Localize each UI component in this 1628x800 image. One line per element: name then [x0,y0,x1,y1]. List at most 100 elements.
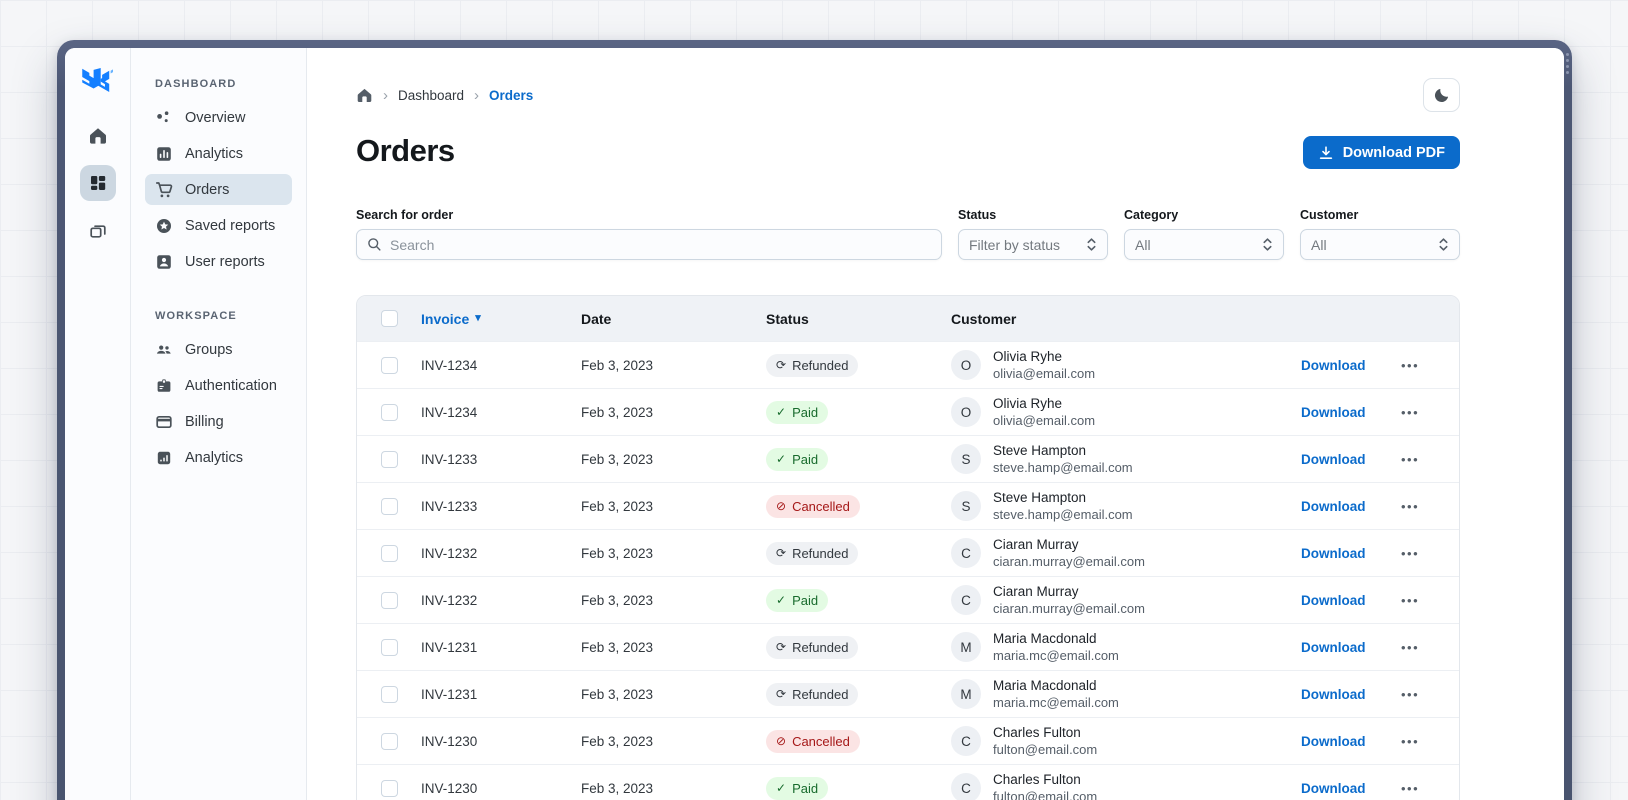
avatar: O [951,350,981,380]
breadcrumb-orders[interactable]: Orders [489,88,533,103]
chevron-right-icon: › [383,86,388,104]
avatar: C [951,726,981,756]
credit-card-icon [156,415,172,428]
status-icon: ✓ [776,452,787,466]
sidebar-item-label: Groups [185,341,233,358]
customer-name: Charles Fulton [993,725,1081,740]
invoice-cell: INV-1230 [421,780,478,796]
table-body: INV-1234 Feb 3, 2023 ⟳ Refunded O Olivia… [357,341,1459,800]
sidebar-item-overview[interactable]: Overview [145,102,292,133]
customer-email: ciaran.murray@email.com [993,554,1145,569]
row-checkbox[interactable] [380,356,398,374]
download-link[interactable]: Download [1301,499,1366,514]
status-chip: ✓ Paid [766,776,829,800]
search-input[interactable] [390,236,931,253]
download-link[interactable]: Download [1301,687,1366,702]
orders-table: Invoice ▾ Date Status Customer INV-1234 … [356,295,1460,800]
row-menu-button[interactable]: ••• [1401,734,1459,749]
download-link[interactable]: Download [1301,452,1366,467]
customer-email: steve.hamp@email.com [993,460,1133,475]
theme-toggle-button[interactable] [1423,78,1460,112]
select-all-checkbox[interactable] [380,310,398,327]
customer-email: steve.hamp@email.com [993,507,1133,522]
window-scrollbar[interactable] [1565,53,1570,74]
row-menu-button[interactable]: ••• [1401,687,1459,702]
rail-dashboard-button[interactable] [79,165,116,201]
category-select[interactable]: All [1124,229,1284,260]
row-menu-button[interactable]: ••• [1401,640,1459,655]
row-checkbox[interactable] [380,591,398,609]
icon-rail [65,48,131,800]
download-link[interactable]: Download [1301,358,1366,373]
sidebar-item-authentication[interactable]: Authentication [145,370,292,401]
download-link[interactable]: Download [1301,781,1366,796]
date-cell: Feb 3, 2023 [581,639,654,655]
status-label: Cancelled [792,498,850,514]
status-chip: ⟳ Refunded [766,541,859,565]
sidebar-item-analytics[interactable]: Analytics [145,138,292,169]
date-cell: Feb 3, 2023 [581,592,654,608]
moon-icon [1434,88,1448,103]
sidebar-item-saved-reports[interactable]: Saved reports [145,210,292,241]
customer-name: Maria Macdonald [993,631,1097,646]
customer-email: fulton@email.com [993,742,1098,757]
status-icon: ⟳ [776,358,787,372]
download-link[interactable]: Download [1301,405,1366,420]
customer-email: olivia@email.com [993,366,1096,381]
row-checkbox[interactable] [380,779,398,797]
column-invoice[interactable]: Invoice ▾ [421,311,581,327]
row-checkbox[interactable] [380,638,398,656]
row-checkbox[interactable] [380,403,398,421]
sidebar-item-user-reports[interactable]: User reports [145,246,292,277]
table-row: INV-1234 Feb 3, 2023 ⟳ Refunded O Olivia… [357,341,1459,388]
row-menu-button[interactable]: ••• [1401,499,1459,514]
sidebar-item-billing[interactable]: Billing [145,406,292,437]
status-label: Paid [792,451,819,467]
table-row: INV-1230 Feb 3, 2023 ✓ Paid C Charles Fu… [357,764,1459,800]
date-cell: Feb 3, 2023 [581,357,654,373]
row-checkbox[interactable] [380,732,398,750]
status-label: Cancelled [792,733,850,749]
star-circle-icon [157,218,171,233]
row-menu-button[interactable]: ••• [1401,781,1459,796]
search-field [356,229,942,260]
download-link[interactable]: Download [1301,546,1366,561]
home-icon[interactable] [356,87,373,104]
row-checkbox[interactable] [380,544,398,562]
customer-email: maria.mc@email.com [993,695,1119,710]
rail-home-button[interactable] [80,118,116,154]
person-badge-icon [157,254,171,269]
row-menu-button[interactable]: ••• [1401,452,1459,467]
row-checkbox[interactable] [380,450,398,468]
avatar: C [951,538,981,568]
rail-layers-button[interactable] [80,212,116,248]
download-link[interactable]: Download [1301,734,1366,749]
avatar: C [951,773,981,800]
row-menu-button[interactable]: ••• [1401,405,1459,420]
customer-select[interactable]: All [1300,229,1460,260]
download-link[interactable]: Download [1301,640,1366,655]
bar-chart-icon [157,146,171,161]
download-pdf-button[interactable]: Download PDF [1302,136,1460,169]
date-cell: Feb 3, 2023 [581,498,654,514]
status-chip: ✓ Paid [766,588,829,612]
status-select[interactable]: Filter by status [958,229,1108,260]
status-chip: ⊘ Cancelled [766,729,860,753]
table-row: INV-1232 Feb 3, 2023 ⟳ Refunded C Ciaran… [357,529,1459,576]
nav-section-workspace: WORKSPACE [155,310,237,322]
sidebar-item-orders[interactable]: Orders [145,174,292,205]
invoice-cell: INV-1234 [421,404,478,420]
customer-email: olivia@email.com [993,413,1096,428]
row-checkbox[interactable] [380,497,398,515]
chart-square-icon [157,451,171,464]
avatar: O [951,397,981,427]
sidebar-item-groups[interactable]: Groups [145,334,292,365]
column-date: Date [581,310,612,327]
row-menu-button[interactable]: ••• [1401,546,1459,561]
row-checkbox[interactable] [380,685,398,703]
breadcrumb-dashboard[interactable]: Dashboard [398,88,464,103]
sidebar-item-analytics-workspace[interactable]: Analytics [145,442,292,473]
row-menu-button[interactable]: ••• [1401,358,1459,373]
row-menu-button[interactable]: ••• [1401,593,1459,608]
download-link[interactable]: Download [1301,593,1366,608]
